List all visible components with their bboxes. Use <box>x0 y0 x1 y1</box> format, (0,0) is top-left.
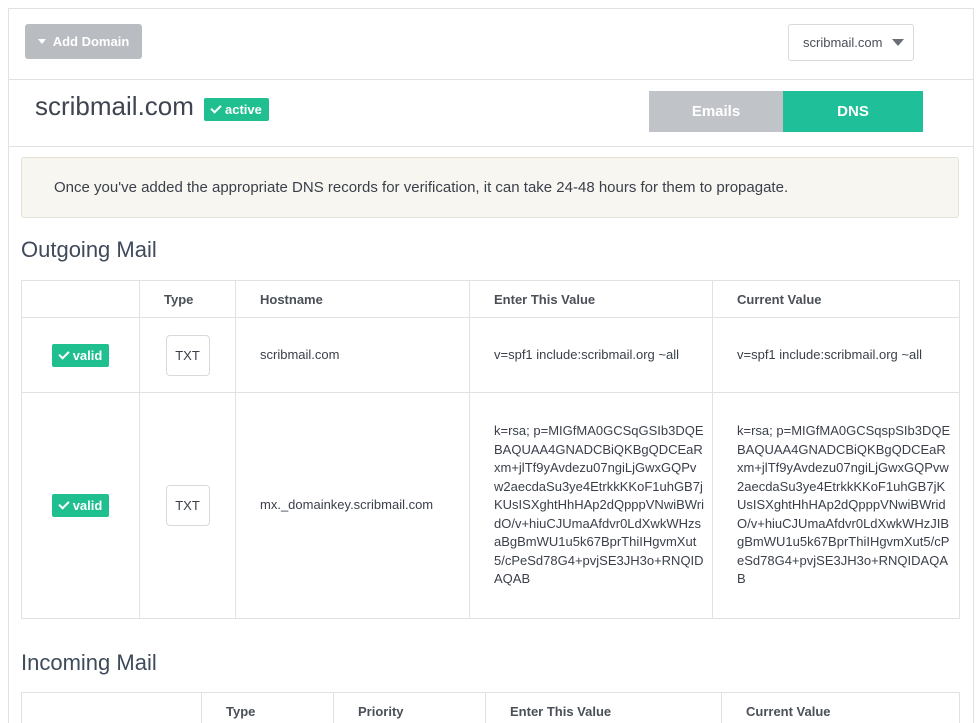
top-bar: Add Domain scribmail.com <box>9 9 973 80</box>
status-badge-label: active <box>225 102 262 117</box>
valid-badge-label: valid <box>72 347 103 363</box>
domain-select-value: scribmail.com <box>803 35 883 50</box>
table-row: valid TXT scribmail.com v=spf1 include:s… <box>21 317 960 393</box>
column-header-status <box>21 280 140 318</box>
current-value-cell: v=spf1 include:scribmail.org ~all <box>712 317 960 393</box>
column-header-current-value: Current Value <box>721 692 960 723</box>
caret-down-icon <box>37 39 46 44</box>
column-header-priority: Priority <box>333 692 486 723</box>
type-cell: TXT <box>139 317 236 393</box>
record-type: TXT <box>165 485 210 526</box>
tab-emails[interactable]: Emails <box>649 91 783 132</box>
valid-badge: valid <box>51 494 110 517</box>
domain-select[interactable]: scribmail.com <box>788 24 914 61</box>
check-icon <box>58 347 70 360</box>
status-badge: active <box>204 98 269 121</box>
column-header-enter-value: Enter This Value <box>485 692 722 723</box>
tab-dns[interactable]: DNS <box>783 91 923 132</box>
table-row: valid TXT mx._domainkey.scribmail.com k=… <box>21 392 960 619</box>
status-cell: valid <box>21 392 140 619</box>
column-header-enter-value: Enter This Value <box>469 280 713 318</box>
check-icon <box>210 102 222 114</box>
incoming-mail-title: Incoming Mail <box>21 650 157 675</box>
outgoing-mail-title: Outgoing Mail <box>21 237 157 262</box>
table-header-row: Type Priority Enter This Value Current V… <box>21 692 960 723</box>
valid-badge: valid <box>51 343 110 367</box>
column-header-current-value: Current Value <box>712 280 960 318</box>
outgoing-mail-table: Type Hostname Enter This Value Current V… <box>21 280 960 619</box>
domain-header: scribmail.com active Emails DNS <box>9 81 973 147</box>
hostname-cell: scribmail.com <box>235 317 470 393</box>
hostname-cell: mx._domainkey.scribmail.com <box>235 392 470 619</box>
status-cell: valid <box>21 317 140 393</box>
check-icon <box>58 498 70 510</box>
column-header-type: Type <box>201 692 334 723</box>
add-domain-button[interactable]: Add Domain <box>25 24 142 59</box>
current-value-cell: k=rsa; p=MIGfMA0GCSqspSIb3DQEBAQUAA4GNAD… <box>712 392 960 619</box>
enter-value-cell: k=rsa; p=MIGfMA0GCSqGSIb3DQEBAQUAA4GNADC… <box>469 392 713 619</box>
propagation-notice: Once you've added the appropriate DNS re… <box>21 157 959 218</box>
record-type: TXT <box>165 334 210 376</box>
column-header-type: Type <box>139 280 236 318</box>
dns-settings-page: Add Domain scribmail.com scribmail.com a… <box>8 8 974 723</box>
add-domain-label: Add Domain <box>52 34 130 49</box>
caret-down-icon <box>892 39 905 46</box>
column-header-hostname: Hostname <box>235 280 470 318</box>
valid-badge-label: valid <box>72 498 103 513</box>
view-tabs: Emails DNS <box>649 91 923 132</box>
incoming-mail-table: Type Priority Enter This Value Current V… <box>21 692 960 723</box>
column-header-status <box>21 692 202 723</box>
type-cell: TXT <box>139 392 236 619</box>
domain-title: scribmail.com <box>35 91 194 121</box>
enter-value-cell: v=spf1 include:scribmail.org ~all <box>469 317 713 393</box>
table-header-row: Type Hostname Enter This Value Current V… <box>21 280 960 318</box>
